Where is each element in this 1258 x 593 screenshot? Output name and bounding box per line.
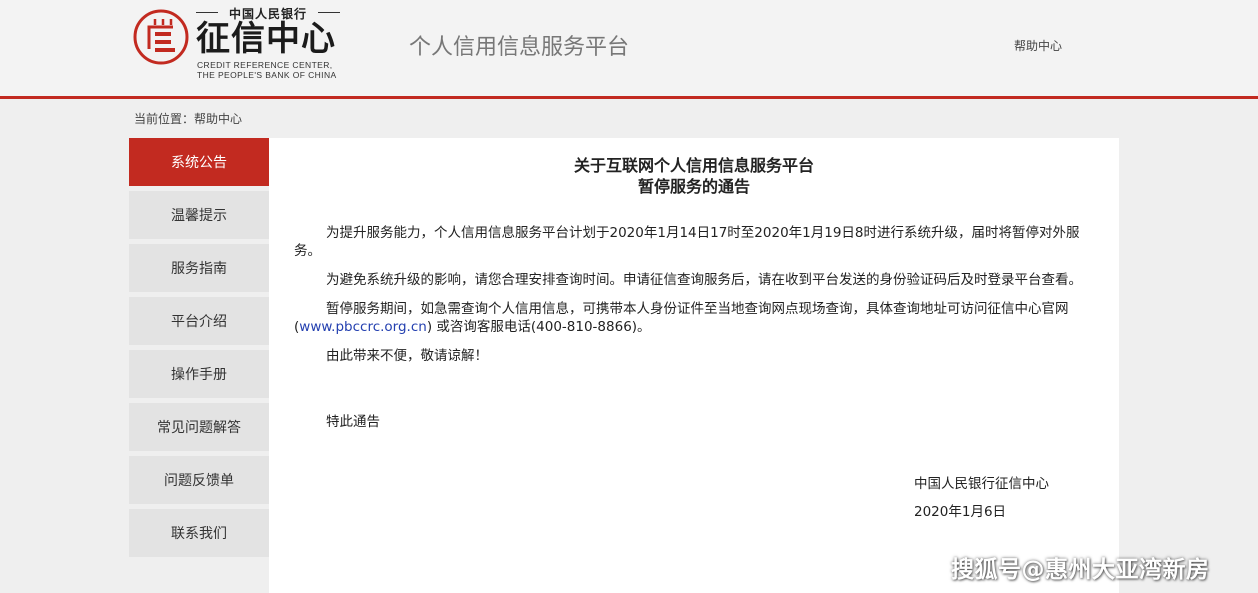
- sidebar-item-user-manual[interactable]: 操作手册: [129, 350, 269, 398]
- sidebar-item-system-announcement[interactable]: 系统公告: [129, 138, 269, 186]
- credit-center-seal-icon: [133, 9, 189, 65]
- logo-title: 征信中心: [196, 19, 336, 59]
- notice-paragraph-3: 暂停服务期间，如急需查询个人信用信息，可携带本人身份证件至当地查询网点现场查询，…: [294, 300, 1094, 336]
- signature-organization: 中国人民银行征信中心: [914, 476, 1049, 492]
- sidebar-item-contact-us[interactable]: 联系我们: [129, 509, 269, 557]
- notice-title-line2: 暂停服务的通告: [637, 177, 750, 196]
- notice-body: 为提升服务能力，个人信用信息服务平台计划于2020年1月14日17时至2020年…: [294, 224, 1094, 376]
- platform-title: 个人信用信息服务平台: [409, 34, 630, 59]
- notice-paragraph-3-tail: ) 或咨询客服电话(400-810-8866)。: [426, 319, 651, 335]
- logo-english-line2: THE PEOPLE'S BANK OF CHINA: [197, 69, 337, 80]
- sidebar-item-faq[interactable]: 常见问题解答: [129, 403, 269, 451]
- logo-english-name: CREDIT REFERENCE CENTER, THE PEOPLE'S BA…: [197, 60, 357, 80]
- notice-title: 关于互联网个人信用信息服务平台 暂停服务的通告: [269, 155, 1119, 197]
- site-header: 中国人民银行 征信中心 CREDIT REFERENCE CENTER, THE…: [0, 0, 1258, 99]
- notice-paragraph-2: 为避免系统升级的影响，请您合理安排查询时间。申请征信查询服务后，请在收到平台发送…: [326, 272, 1082, 288]
- sidebar-nav: 系统公告 温馨提示 服务指南 平台介绍 操作手册 常见问题解答 问题反馈单 联系…: [129, 138, 269, 562]
- notice-paragraph-4: 由此带来不便，敬请谅解！: [326, 348, 488, 364]
- official-website-link[interactable]: www.pbccrc.org.cn: [299, 319, 427, 335]
- notice-title-line1: 关于互联网个人信用信息服务平台: [573, 156, 814, 175]
- sidebar-item-tips[interactable]: 温馨提示: [129, 191, 269, 239]
- notice-closing: 特此通告: [326, 414, 380, 430]
- notice-signature: 中国人民银行征信中心 2020年1月6日: [914, 470, 1049, 526]
- sidebar-item-feedback[interactable]: 问题反馈单: [129, 456, 269, 504]
- breadcrumb: 当前位置：帮助中心: [134, 112, 243, 126]
- sidebar-item-platform-intro[interactable]: 平台介绍: [129, 297, 269, 345]
- sidebar-item-service-guide[interactable]: 服务指南: [129, 244, 269, 292]
- help-center-link[interactable]: 帮助中心: [1014, 37, 1062, 54]
- notice-paragraph-1: 为提升服务能力，个人信用信息服务平台计划于2020年1月14日17时至2020年…: [294, 225, 1080, 259]
- sohu-watermark: 搜狐号@惠州大亚湾新房: [951, 557, 1210, 583]
- notice-panel: 关于互联网个人信用信息服务平台 暂停服务的通告 为提升服务能力，个人信用信息服务…: [269, 138, 1119, 593]
- signature-date: 2020年1月6日: [914, 504, 1007, 520]
